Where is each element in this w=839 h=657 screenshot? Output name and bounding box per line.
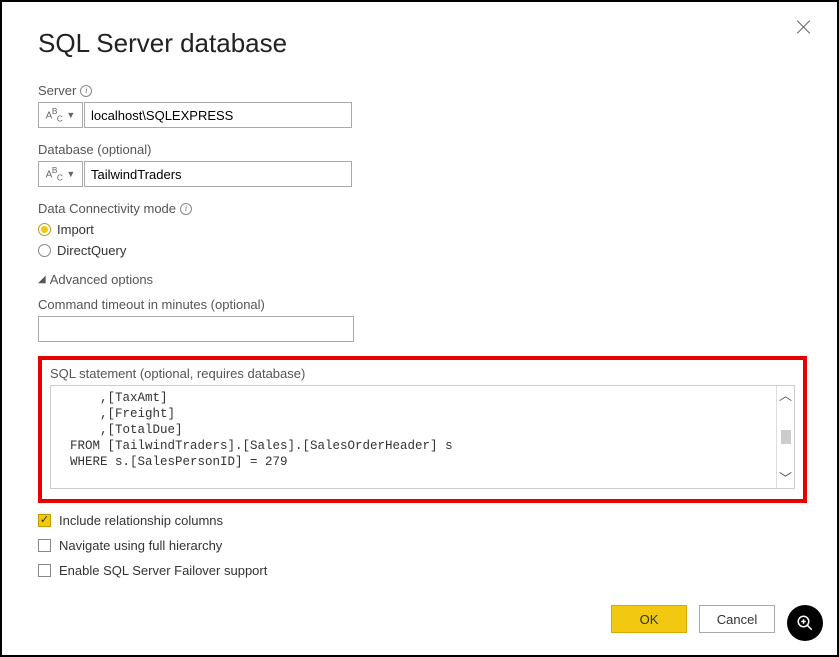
radio-directquery[interactable]: DirectQuery <box>38 243 807 258</box>
info-icon[interactable]: i <box>80 85 92 97</box>
info-icon[interactable]: i <box>180 203 192 215</box>
scroll-down-icon[interactable]: ﹀ <box>779 472 792 485</box>
database-label: Database (optional) <box>38 142 807 157</box>
sql-text-content: ,[TaxAmt] ,[Freight] ,[TotalDue] FROM [T… <box>51 386 776 488</box>
close-icon[interactable] <box>795 18 813 36</box>
checkbox-hierarchy[interactable]: Navigate using full hierarchy <box>38 538 807 553</box>
database-field-row: ABC ▼ <box>38 161 807 187</box>
timeout-input[interactable] <box>38 316 354 342</box>
scroll-thumb[interactable] <box>781 430 791 444</box>
radio-import[interactable]: Import <box>38 222 807 237</box>
sql-label: SQL statement (optional, requires databa… <box>50 366 795 381</box>
dialog-title: SQL Server database <box>38 28 807 59</box>
radio-checked-icon <box>38 223 51 236</box>
checkbox-relationship-label: Include relationship columns <box>59 513 223 528</box>
checkbox-checked-icon <box>38 514 51 527</box>
radio-unchecked-icon <box>38 244 51 257</box>
checkbox-failover-label: Enable SQL Server Failover support <box>59 563 267 578</box>
zoom-button[interactable] <box>787 605 823 641</box>
checkbox-hierarchy-label: Navigate using full hierarchy <box>59 538 222 553</box>
dialog-footer: OK Cancel <box>611 605 775 633</box>
sql-statement-container: ,[TaxAmt] ,[Freight] ,[TotalDue] FROM [T… <box>50 385 795 489</box>
dialog-frame: SQL Server database Server i ABC ▼ Datab… <box>0 0 839 657</box>
radio-import-label: Import <box>57 222 94 237</box>
checkbox-unchecked-icon <box>38 539 51 552</box>
checkbox-relationship[interactable]: Include relationship columns <box>38 513 807 528</box>
database-type-dropdown[interactable]: ABC ▼ <box>38 161 83 187</box>
radio-directquery-label: DirectQuery <box>57 243 126 258</box>
checkbox-failover[interactable]: Enable SQL Server Failover support <box>38 563 807 578</box>
chevron-down-icon: ▼ <box>66 169 75 179</box>
timeout-label: Command timeout in minutes (optional) <box>38 297 807 312</box>
server-field-row: ABC ▼ <box>38 102 807 128</box>
cancel-button[interactable]: Cancel <box>699 605 775 633</box>
checkbox-unchecked-icon <box>38 564 51 577</box>
chevron-down-icon: ▼ <box>66 110 75 120</box>
sql-textarea[interactable]: ,[TaxAmt] ,[Freight] ,[TotalDue] FROM [T… <box>50 385 795 489</box>
connectivity-label: Data Connectivity mode i <box>38 201 807 216</box>
server-type-dropdown[interactable]: ABC ▼ <box>38 102 83 128</box>
triangle-down-icon: ◢ <box>38 274 46 285</box>
ok-button[interactable]: OK <box>611 605 687 633</box>
connectivity-label-text: Data Connectivity mode <box>38 201 176 216</box>
server-label-text: Server <box>38 83 76 98</box>
connectivity-radio-group: Import DirectQuery <box>38 222 807 258</box>
highlight-box: SQL statement (optional, requires databa… <box>38 356 807 503</box>
advanced-options-toggle[interactable]: ◢ Advanced options <box>38 272 807 287</box>
database-label-text: Database (optional) <box>38 142 151 157</box>
database-input[interactable] <box>84 161 352 187</box>
advanced-options-label: Advanced options <box>50 272 153 287</box>
scrollbar[interactable]: ︿ ﹀ <box>776 386 794 488</box>
server-label: Server i <box>38 83 807 98</box>
scroll-up-icon[interactable]: ︿ <box>779 389 792 402</box>
abc-icon: ABC <box>46 106 63 123</box>
abc-icon: ABC <box>46 165 63 182</box>
server-input[interactable] <box>84 102 352 128</box>
magnify-plus-icon <box>796 614 814 632</box>
